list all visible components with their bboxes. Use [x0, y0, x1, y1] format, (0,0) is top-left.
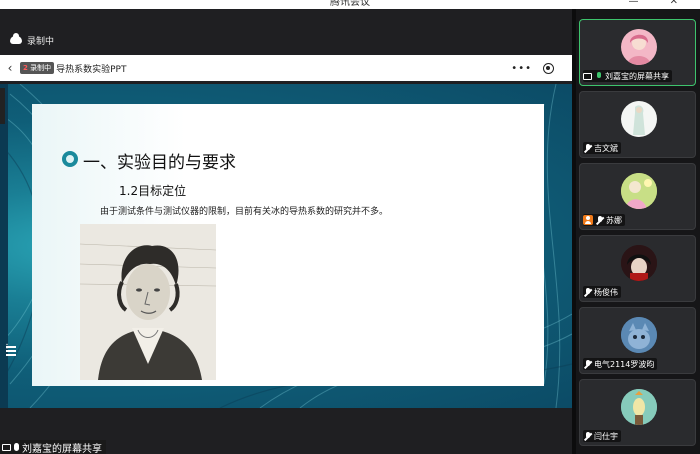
microphone-icon	[14, 443, 19, 451]
cloud-icon	[10, 33, 22, 44]
screen-share-icon	[583, 72, 592, 80]
participant-tile[interactable]: 刘嘉宝的屏幕共享	[579, 19, 696, 86]
badge-count: 2	[23, 64, 28, 72]
participant-tile[interactable]: 闫仕宇	[579, 379, 696, 446]
focus-icon[interactable]	[543, 62, 554, 74]
meeting-app: 腾讯会议 — ✕ 录制中 ‹ 2 录制中 导热系数实验PPT ••• 一、实验目…	[0, 0, 700, 454]
side-handle[interactable]	[0, 88, 5, 124]
participant-label: 电气2114罗波昀	[583, 358, 658, 370]
slide-list-icon[interactable]	[2, 343, 17, 358]
microphone-muted-icon	[583, 359, 592, 369]
microphone-muted-icon	[583, 143, 592, 153]
avatar	[621, 101, 657, 137]
ppt-toolbar: ‹ 2 录制中 导热系数实验PPT •••	[0, 55, 572, 81]
title-bar: 腾讯会议 — ✕	[0, 0, 700, 9]
window-controls[interactable]: — ✕	[628, 0, 692, 7]
participant-label: 苏娜	[583, 214, 625, 226]
participant-tile[interactable]: 吉文斌	[579, 91, 696, 158]
slide-body-text: 由于测试条件与测试仪器的限制，目前有关冰的导热系数的研究并不多。	[100, 207, 389, 217]
participant-name: 刘嘉宝的屏幕共享	[605, 71, 669, 81]
avatar	[621, 245, 657, 281]
participant-label: 杨俊伟	[583, 286, 621, 298]
participant-tile[interactable]: 苏娜	[579, 163, 696, 230]
participant-tile[interactable]: 杨俊伟	[579, 235, 696, 302]
participant-tile[interactable]: 电气2114罗波昀	[579, 307, 696, 374]
avatar	[621, 389, 657, 425]
avatar	[621, 173, 657, 209]
recording-badge: 2 录制中	[20, 62, 55, 74]
screen-share-indicator: 刘嘉宝的屏幕共享	[0, 440, 106, 454]
recording-label: 录制中	[27, 36, 55, 47]
participant-name: 苏娜	[606, 215, 622, 225]
microphone-muted-icon	[595, 215, 604, 225]
microphone-muted-icon	[583, 287, 592, 297]
screen-share-icon	[2, 443, 11, 451]
participant-label: 吉文斌	[583, 142, 621, 154]
slide-edge	[0, 84, 8, 408]
person-icon	[583, 215, 593, 225]
badge-text: 录制中	[30, 64, 52, 72]
avatar	[621, 29, 657, 65]
participant-label: 刘嘉宝的屏幕共享	[583, 70, 672, 82]
document-title: 导热系数实验PPT	[56, 64, 127, 75]
participant-name: 吉文斌	[594, 143, 618, 153]
participant-label: 闫仕宇	[583, 430, 621, 442]
portrait-image	[80, 224, 216, 380]
participant-panel: 刘嘉宝的屏幕共享 吉文斌 苏娜 杨俊伟 电气2114罗波昀 闫仕宇	[576, 9, 700, 454]
window-title: 腾讯会议	[330, 0, 370, 8]
participant-name: 闫仕宇	[594, 431, 618, 441]
avatar	[621, 317, 657, 353]
microphone-muted-icon	[583, 431, 592, 441]
microphone-on-icon	[594, 71, 603, 81]
participant-name: 杨俊伟	[594, 287, 618, 297]
heading-bullet-icon	[62, 151, 78, 167]
share-owner-label: 刘嘉宝的屏幕共享	[22, 443, 102, 454]
recording-indicator[interactable]: 录制中	[10, 33, 54, 47]
more-options-icon[interactable]: •••	[511, 63, 532, 74]
slide-subheading: 1.2目标定位	[119, 184, 187, 198]
slide-heading: 一、实验目的与要求	[83, 153, 236, 173]
participant-name: 电气2114罗波昀	[594, 359, 655, 369]
back-icon[interactable]: ‹	[0, 61, 20, 75]
